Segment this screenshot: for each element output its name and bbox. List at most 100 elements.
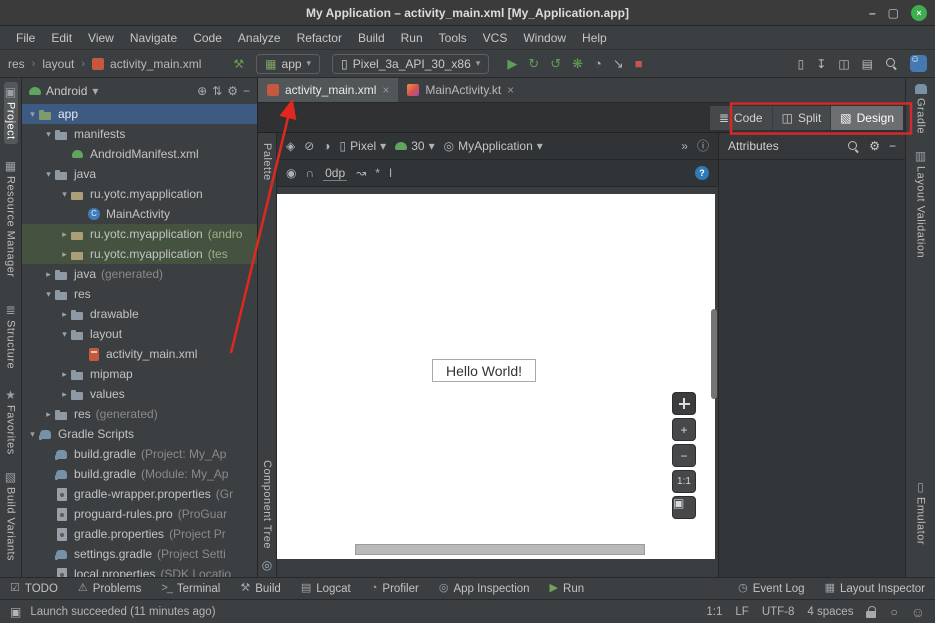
attach-debugger-button[interactable] xyxy=(613,57,624,70)
tool-window-button-project[interactable]: Project xyxy=(4,82,18,144)
breadcrumb-layout[interactable]: layout xyxy=(42,57,74,71)
chevron-icon[interactable] xyxy=(58,189,71,200)
indent-setting[interactable]: 4 spaces xyxy=(807,606,853,618)
chevron-icon[interactable] xyxy=(58,249,71,260)
apply-changes-button[interactable] xyxy=(528,57,539,70)
apply-code-changes-button[interactable] xyxy=(550,57,561,70)
tree-item-local-properties[interactable]: local.properties(SDK Locatio xyxy=(22,564,257,577)
menu-build[interactable]: Build xyxy=(350,28,393,48)
debug-button[interactable] xyxy=(572,57,583,70)
issues-indicator-icon[interactable] xyxy=(697,140,709,152)
tool-window-button-terminal[interactable]: Terminal xyxy=(161,583,220,595)
hide-panel-icon[interactable] xyxy=(889,140,896,152)
tool-window-button-profiler[interactable]: Profiler xyxy=(371,583,419,595)
locate-file-icon[interactable] xyxy=(197,85,207,97)
tree-item-layout[interactable]: layout xyxy=(22,324,257,344)
close-icon[interactable] xyxy=(382,84,389,96)
tree-item-build-gradle-project[interactable]: build.gradle(Project: My_Ap xyxy=(22,444,257,464)
view-options-eye-icon[interactable] xyxy=(286,167,296,179)
file-encoding[interactable]: UTF-8 xyxy=(762,606,795,618)
caret-position[interactable]: 1:1 xyxy=(706,606,722,618)
tool-window-button-event-log[interactable]: Event Log xyxy=(738,583,804,595)
menu-code[interactable]: Code xyxy=(185,28,230,48)
device-manager-icon[interactable] xyxy=(798,58,805,70)
gear-icon[interactable] xyxy=(227,85,238,97)
chevron-icon[interactable] xyxy=(42,269,55,280)
tree-item-proguard-rules[interactable]: proguard-rules.pro(ProGuar xyxy=(22,504,257,524)
tool-window-button-resource-manager[interactable]: Resource Manager xyxy=(5,160,17,278)
zoom-in-button[interactable]: + xyxy=(672,418,696,441)
tool-window-button-problems[interactable]: Problems xyxy=(78,583,141,595)
close-icon[interactable] xyxy=(911,5,927,21)
tree-item-androidmanifest[interactable]: AndroidManifest.xml xyxy=(22,144,257,164)
tree-item-res[interactable]: res xyxy=(22,284,257,304)
menu-run[interactable]: Run xyxy=(393,28,431,48)
autoconnect-magnet-icon[interactable] xyxy=(305,167,314,179)
vertical-scrollbar[interactable] xyxy=(711,309,717,399)
profile-button[interactable] xyxy=(594,57,602,70)
tool-window-button-emulator[interactable]: Emulator xyxy=(915,481,927,545)
tree-item-java-generated[interactable]: java(generated) xyxy=(22,264,257,284)
tool-window-button-layout-inspector[interactable]: Layout Inspector xyxy=(825,583,925,595)
menu-help[interactable]: Help xyxy=(574,28,615,48)
device-select[interactable]: Pixel_3a_API_30_x86 xyxy=(332,54,489,74)
theme-select[interactable]: MyApplication xyxy=(444,139,543,153)
gear-icon[interactable] xyxy=(869,140,880,152)
tree-item-package-androidtest[interactable]: ru.yotc.myapplication(andro xyxy=(22,224,257,244)
api-version-select[interactable]: 30 xyxy=(395,139,434,153)
palette-collapsed-button[interactable]: Palette xyxy=(261,143,273,181)
tool-window-button-run[interactable]: Run xyxy=(550,583,585,595)
zoom-to-fit-button[interactable] xyxy=(672,496,696,519)
tree-item-gradle-wrapper[interactable]: gradle-wrapper.properties(Gr xyxy=(22,484,257,504)
tool-window-button-logcat[interactable]: Logcat xyxy=(301,583,351,595)
view-mode-split[interactable]: Split xyxy=(772,106,831,130)
breadcrumb-activity-main[interactable]: activity_main.xml xyxy=(110,57,201,71)
project-view-mode-select[interactable]: Android xyxy=(46,84,87,98)
view-mode-code[interactable]: Code xyxy=(710,106,772,130)
tool-window-button-favorites[interactable]: Favorites xyxy=(5,389,17,455)
horizontal-scrollbar[interactable] xyxy=(355,544,645,555)
tab-activity-main-xml[interactable]: activity_main.xml xyxy=(258,78,398,102)
menu-analyze[interactable]: Analyze xyxy=(230,28,289,48)
tree-item-mainactivity[interactable]: MainActivity xyxy=(22,204,257,224)
menu-tools[interactable]: Tools xyxy=(431,28,475,48)
text-cursor-icon[interactable] xyxy=(389,167,392,179)
chevron-icon[interactable] xyxy=(58,229,71,240)
more-actions-icon[interactable] xyxy=(681,140,688,152)
maximize-icon[interactable] xyxy=(888,7,899,19)
build-hammer-icon[interactable] xyxy=(233,58,244,70)
minimize-icon[interactable] xyxy=(869,7,876,19)
tree-item-app[interactable]: app xyxy=(22,104,257,124)
menu-window[interactable]: Window xyxy=(515,28,574,48)
chevron-icon[interactable] xyxy=(42,409,55,420)
tool-window-button-gradle[interactable]: Gradle xyxy=(915,84,927,134)
chevron-icon[interactable] xyxy=(58,309,71,320)
profile-avatar[interactable] xyxy=(910,55,927,72)
chevron-icon[interactable] xyxy=(42,289,55,300)
search-everywhere-icon[interactable] xyxy=(885,57,898,70)
chevron-icon[interactable] xyxy=(26,429,39,440)
zoom-reset-button[interactable]: 1:1 xyxy=(672,470,696,493)
sdk-manager-icon[interactable] xyxy=(816,58,826,70)
help-icon[interactable]: ? xyxy=(695,166,709,180)
chevron-icon[interactable] xyxy=(58,389,71,400)
tree-item-activity-main-xml[interactable]: activity_main.xml xyxy=(22,344,257,364)
tool-window-button-todo[interactable]: TODO xyxy=(10,583,58,595)
chevron-icon[interactable] xyxy=(42,129,55,140)
run-configuration-select[interactable]: app xyxy=(256,54,320,74)
tree-item-gradle-scripts[interactable]: Gradle Scripts xyxy=(22,424,257,444)
tool-window-button-app-inspection[interactable]: App Inspection xyxy=(439,583,530,595)
tool-window-button-build[interactable]: Build xyxy=(240,583,280,595)
chevron-icon[interactable] xyxy=(58,329,71,340)
hide-panel-icon[interactable] xyxy=(243,85,250,97)
guidelines-icon[interactable] xyxy=(356,167,366,179)
textview-hello-world[interactable]: Hello World! xyxy=(432,359,536,382)
tree-item-java[interactable]: java xyxy=(22,164,257,184)
orientation-icon[interactable] xyxy=(304,140,314,152)
breadcrumb-res[interactable]: res xyxy=(8,57,25,71)
default-margins-button[interactable]: 0dp xyxy=(323,166,347,181)
device-in-editor-select[interactable]: Pixel xyxy=(340,139,387,153)
chevron-icon[interactable] xyxy=(58,369,71,380)
view-mode-design[interactable]: Design xyxy=(830,106,903,130)
line-separator[interactable]: LF xyxy=(735,606,748,618)
